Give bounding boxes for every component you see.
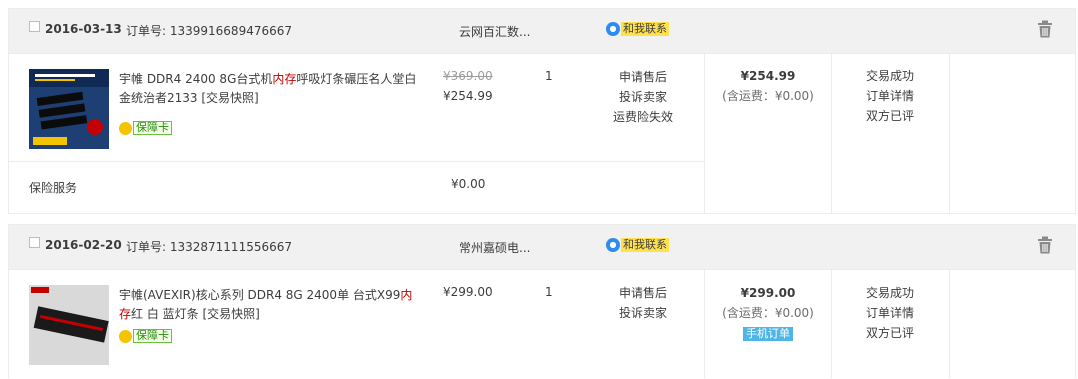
order-detail-link[interactable]: 订单详情 <box>832 303 948 323</box>
product-title-link[interactable]: 宇帷(AVEXIR)核心系列 DDR4 8G 2400单 台式X99内存红 白 … <box>119 286 419 324</box>
guarantee-icon <box>119 329 132 343</box>
trade-status[interactable]: 交易成功 <box>832 66 948 86</box>
product-title-text: 红 白 蓝灯条 [交易快照] <box>131 307 260 321</box>
trash-icon[interactable] <box>1037 20 1053 38</box>
order-checkbox[interactable] <box>29 237 40 248</box>
product-title-text: 宇帷(AVEXIR)核心系列 DDR4 8G 2400单 台式X99 <box>119 288 401 302</box>
shipping-fee: (含运费：¥0.00) <box>722 89 814 103</box>
product-title-link[interactable]: 宇帷 DDR4 2400 8G台式机内存呼吸灯条碾压名人堂白金统治者2133 [… <box>119 70 419 108</box>
item-operations: 申请售后 投诉卖家 运费险失效 <box>583 67 703 127</box>
column-divider <box>949 269 950 378</box>
order-header: 2016-02-20 订单号: 1332871111556667 常州嘉硕电..… <box>9 225 1075 270</box>
unit-price: ¥299.00 <box>443 285 493 299</box>
guarantee-icon <box>119 121 132 135</box>
quantity: 1 <box>545 285 553 299</box>
product-thumbnail[interactable] <box>29 69 109 149</box>
review-status[interactable]: 双方已评 <box>832 106 948 126</box>
order-total: ¥254.99 (含运费：¥0.00) <box>705 66 831 106</box>
complain-seller-link[interactable]: 投诉卖家 <box>583 87 703 107</box>
shipping-fee: (含运费：¥0.00) <box>722 306 814 320</box>
guarantee-label: 保障卡 <box>133 121 172 135</box>
quantity: 1 <box>545 69 553 83</box>
unit-price: ¥254.99 <box>443 89 493 103</box>
item-operations: 申请售后 投诉卖家 <box>583 283 703 323</box>
order-status: 交易成功 订单详情 双方已评 <box>832 66 948 126</box>
complain-seller-link[interactable]: 投诉卖家 <box>583 303 703 323</box>
order-card: 2016-02-20 订单号: 1332871111556667 常州嘉硕电..… <box>8 224 1076 378</box>
guarantee-badge[interactable]: 保障卡 <box>119 329 172 343</box>
product-title-text: 宇帷 DDR4 2400 8G台式机 <box>119 72 273 86</box>
guarantee-badge[interactable]: 保障卡 <box>119 121 172 135</box>
total-amount: ¥254.99 <box>740 69 796 83</box>
guarantee-label: 保障卡 <box>133 329 172 343</box>
contact-seller-label: 和我联系 <box>621 238 669 252</box>
order-status: 交易成功 订单详情 双方已评 <box>832 283 948 343</box>
column-divider <box>949 53 950 213</box>
order-card: 2016-03-13 订单号: 1339916689476667 云网百汇数..… <box>8 8 1076 214</box>
order-date: 2016-03-13 <box>45 22 122 36</box>
apply-after-sales-link[interactable]: 申请售后 <box>583 67 703 87</box>
chat-bubble-icon: ● <box>606 22 620 36</box>
mobile-order-tag: 手机订单 <box>743 327 793 341</box>
insurance-label: 保险服务 <box>29 181 78 195</box>
order-checkbox[interactable] <box>29 21 40 32</box>
insurance-row: 保险服务 ¥0.00 <box>9 161 1075 213</box>
order-number: 订单号: 1339916689476667 <box>126 24 293 38</box>
shop-name-link[interactable]: 常州嘉硕电... <box>459 239 530 256</box>
total-amount: ¥299.00 <box>740 286 796 300</box>
shop-name-link[interactable]: 云网百汇数... <box>459 23 530 40</box>
order-number: 订单号: 1332871111556667 <box>126 240 293 254</box>
order-detail-link[interactable]: 订单详情 <box>832 86 948 106</box>
contact-seller-button[interactable]: ● 和我联系 <box>606 22 669 36</box>
review-status[interactable]: 双方已评 <box>832 323 948 343</box>
insurance-price: ¥0.00 <box>451 177 486 191</box>
freight-insurance-status: 运费险失效 <box>612 110 673 124</box>
contact-seller-button[interactable]: ● 和我联系 <box>606 238 669 252</box>
order-date: 2016-02-20 <box>45 238 122 252</box>
order-header: 2016-03-13 订单号: 1339916689476667 云网百汇数..… <box>9 9 1075 54</box>
product-thumbnail[interactable] <box>29 285 109 365</box>
trade-status[interactable]: 交易成功 <box>832 283 948 303</box>
order-total: ¥299.00 (含运费：¥0.00) 手机订单 <box>705 283 831 343</box>
trash-icon[interactable] <box>1037 236 1053 254</box>
product-title-highlight: 内存 <box>272 72 297 86</box>
original-price: ¥369.00 <box>443 69 493 83</box>
apply-after-sales-link[interactable]: 申请售后 <box>583 283 703 303</box>
contact-seller-label: 和我联系 <box>621 22 669 36</box>
chat-bubble-icon: ● <box>606 238 620 252</box>
